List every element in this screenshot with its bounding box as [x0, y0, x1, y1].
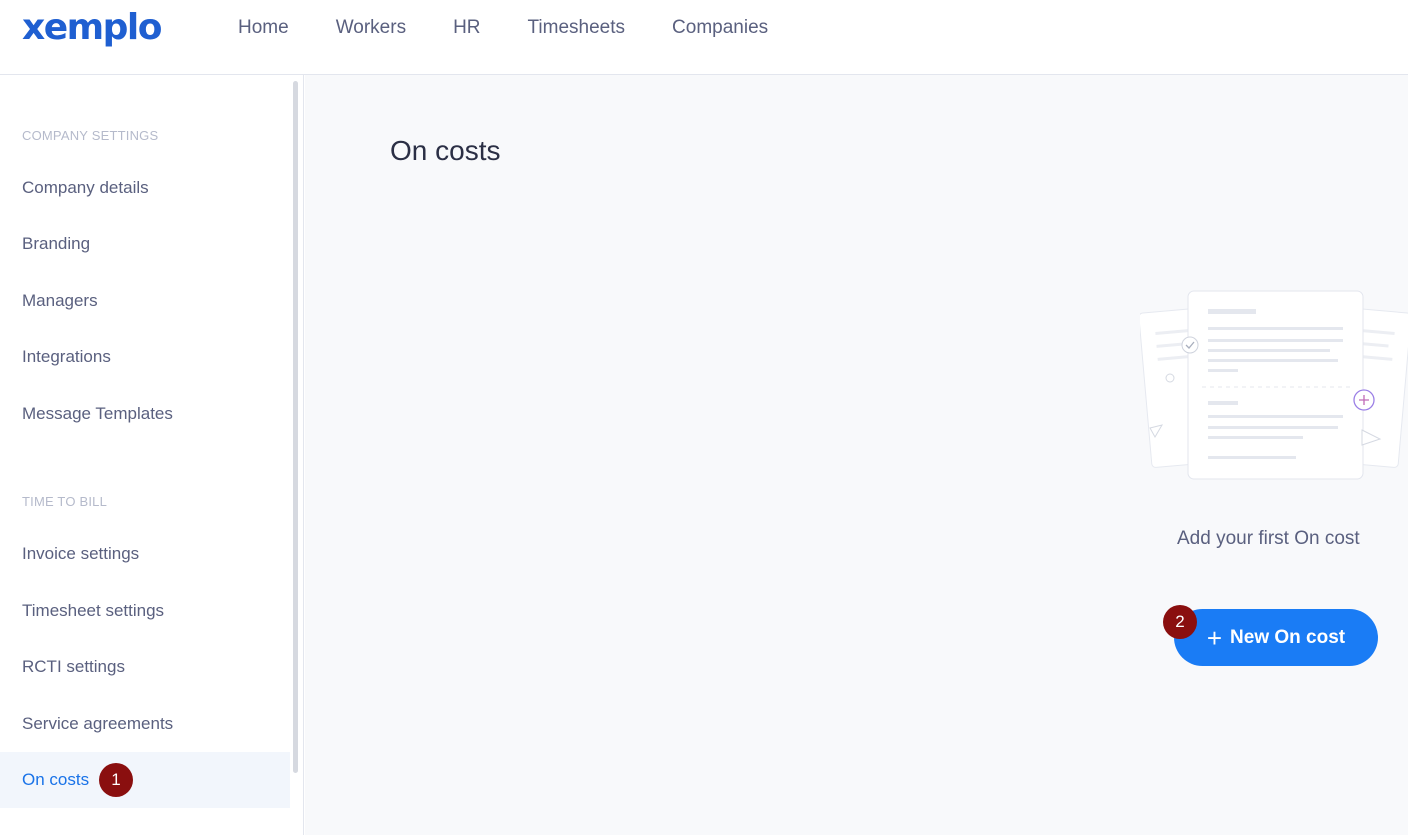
nav-item-home[interactable]: Home: [238, 17, 289, 39]
sidebar-item-invoice-settings[interactable]: Invoice settings: [0, 526, 290, 582]
xemplo-logo[interactable]: xemplo: [22, 8, 163, 48]
annotation-badge-2: 2: [1163, 605, 1197, 639]
new-on-cost-button[interactable]: + New On cost: [1174, 609, 1378, 666]
sidebar-item-integrations[interactable]: Integrations: [0, 329, 290, 385]
nav-item-timesheets[interactable]: Timesheets: [528, 17, 626, 39]
nav-item-companies[interactable]: Companies: [672, 17, 768, 39]
new-on-cost-button-label: New On cost: [1230, 626, 1346, 648]
main-content: On costs Add your first On cost + New On…: [305, 75, 1408, 835]
sidebar-item-managers[interactable]: Managers: [0, 273, 290, 329]
sidebar-item-branding[interactable]: Branding: [0, 216, 290, 272]
sidebar-item-company-details[interactable]: Company details: [0, 160, 290, 216]
nav-item-workers[interactable]: Workers: [336, 17, 406, 39]
plus-icon: +: [1206, 622, 1223, 653]
annotation-badge-1: 1: [99, 763, 133, 797]
empty-state-message: Add your first On cost: [1177, 528, 1360, 549]
top-navigation-bar: xemplo Home Workers HR Timesheets Compan…: [0, 0, 1408, 75]
sidebar-item-timesheet-settings[interactable]: Timesheet settings: [0, 583, 290, 639]
section-label-time-to-bill: TIME TO BILL: [22, 494, 108, 509]
nav-item-hr[interactable]: HR: [453, 17, 480, 39]
page-title: On costs: [390, 135, 501, 166]
sidebar-item-message-templates[interactable]: Message Templates: [0, 386, 290, 442]
settings-sidebar: COMPANY SETTINGS Company details Brandin…: [0, 75, 304, 835]
sidebar-item-rcti-settings[interactable]: RCTI settings: [0, 639, 290, 695]
section-label-company-settings: COMPANY SETTINGS: [22, 128, 159, 143]
empty-state-illustration: [1140, 290, 1408, 480]
main-nav: Home Workers HR Timesheets Companies: [238, 17, 815, 39]
sidebar-item-on-costs[interactable]: On costs 1: [0, 752, 290, 808]
sidebar-scrollbar[interactable]: [293, 81, 298, 773]
sidebar-item-service-agreements[interactable]: Service agreements: [0, 696, 290, 752]
sidebar-item-label: On costs: [22, 770, 90, 789]
